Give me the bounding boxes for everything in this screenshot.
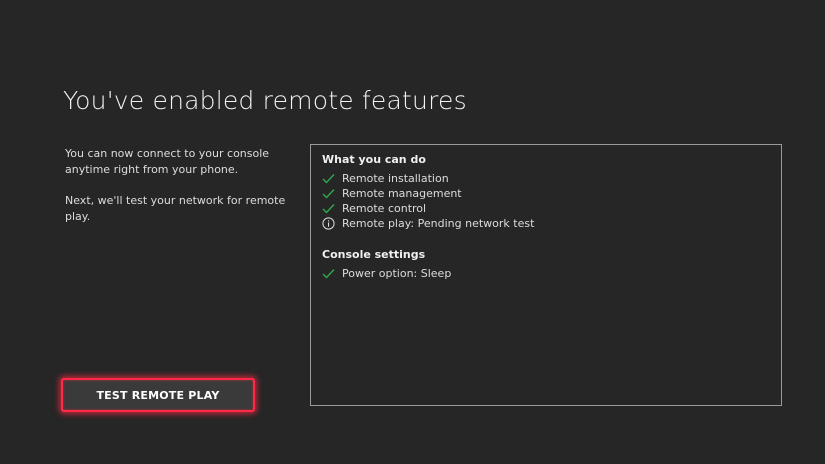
intro-connect-text: You can now connect to your console anyt… [65,147,270,176]
setting-label: Power option: Sleep [342,267,452,280]
remote-features-screen: You've enabled remote features You can n… [0,0,825,464]
feature-remote-play: Remote play: Pending network test [321,216,534,231]
check-icon [321,267,335,281]
check-icon [321,202,335,216]
feature-label: Remote installation [342,172,449,185]
feature-remote-control: Remote control [321,201,426,216]
test-remote-play-button[interactable]: TEST REMOTE PLAY [61,378,255,412]
info-icon [321,217,335,231]
setting-power-option: Power option: Sleep [321,266,451,281]
feature-label: Remote play: Pending network test [342,217,535,230]
feature-label: Remote control [342,202,427,215]
what-you-can-do-heading: What you can do [322,153,426,166]
feature-label: Remote management [342,187,462,200]
intro-text: You can now connect to your console anyt… [65,146,305,240]
check-icon [321,172,335,186]
features-panel: What you can do Remote installation Remo… [310,144,782,406]
check-icon [321,187,335,201]
feature-remote-installation: Remote installation [321,171,449,186]
intro-test-text: Next, we'll test your network for remote… [65,194,286,223]
feature-remote-management: Remote management [321,186,462,201]
console-settings-heading: Console settings [322,248,426,261]
page-title: You've enabled remote features [63,86,467,115]
